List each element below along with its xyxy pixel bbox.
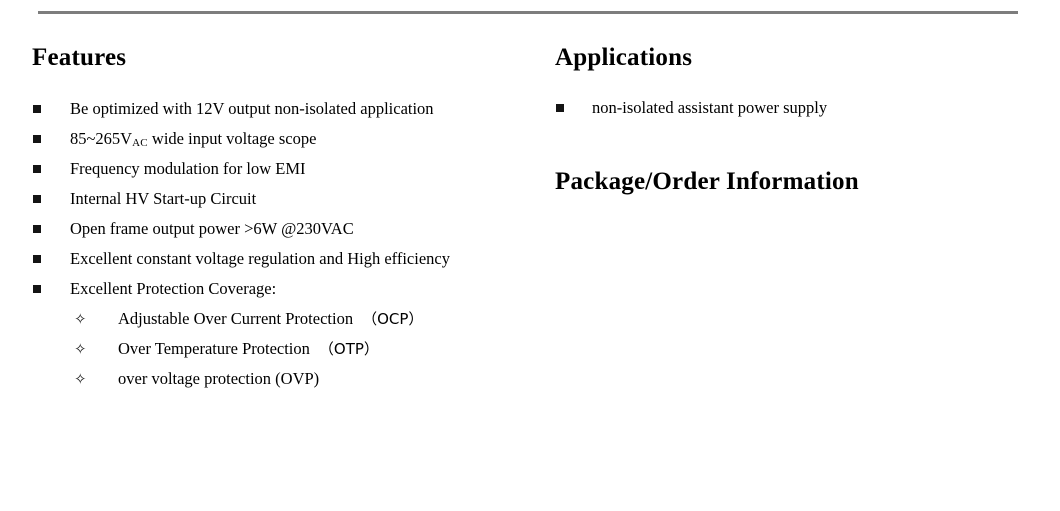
features-heading: Features [32, 44, 127, 71]
square-bullet-icon [556, 104, 564, 112]
feature-text-subscript: AC [132, 136, 148, 149]
feature-text: Internal HV Start-up Circuit [70, 189, 257, 208]
square-bullet-icon [33, 285, 41, 293]
feature-text: Be optimized with 12V output non-isolate… [70, 99, 434, 118]
package-order-information-heading: Package/Order Information [555, 168, 859, 195]
square-bullet-icon [33, 255, 41, 263]
sub-list-item: ✧ over voltage protection (OVP) [0, 364, 530, 394]
sub-feature-paren: （OTP） [326, 340, 379, 358]
list-item: Open frame output power >6W @230VAC [0, 214, 530, 244]
sub-feature-paren: （OCP） [369, 310, 424, 328]
sub-feature-label: Over Temperature Protection [118, 339, 327, 358]
diamond-bullet-icon: ✧ [74, 310, 87, 328]
applications-heading: Applications [555, 44, 693, 71]
features-column: Features Be optimized with 12V output no… [0, 0, 530, 511]
list-item: Be optimized with 12V output non-isolate… [0, 94, 530, 124]
feature-text: Open frame output power >6W @230VAC [70, 219, 354, 238]
list-item: Excellent Protection Coverage: [0, 274, 530, 304]
applications-bullet-list: non-isolated assistant power supply [530, 93, 1030, 123]
feature-text: Excellent constant voltage regulation an… [70, 249, 450, 268]
feature-text: 85~265VAC wide input voltage scope [70, 124, 316, 158]
square-bullet-icon [33, 225, 41, 233]
list-item: non-isolated assistant power supply [530, 93, 1030, 123]
list-item: 85~265VAC wide input voltage scope [0, 124, 530, 154]
sub-list-item: ✧ Over Temperature Protection （OTP） [0, 334, 530, 364]
list-item: Frequency modulation for low EMI [0, 154, 530, 184]
feature-text: Excellent Protection Coverage: [70, 279, 277, 298]
diamond-bullet-icon: ✧ [74, 340, 87, 358]
sub-list-item: ✧ Adjustable Over Current Protection （OC… [0, 304, 530, 334]
features-bullet-list: Be optimized with 12V output non-isolate… [0, 94, 530, 394]
sub-feature-text: Adjustable Over Current Protection （OCP） [118, 304, 423, 334]
list-item: Internal HV Start-up Circuit [0, 184, 530, 214]
feature-text-main: 85~265V [70, 129, 133, 148]
diamond-bullet-icon: ✧ [74, 370, 87, 388]
applications-package-column: Applications non-isolated assistant powe… [530, 0, 1060, 511]
feature-text-tail: wide input voltage scope [147, 129, 317, 148]
feature-text: Frequency modulation for low EMI [70, 159, 306, 178]
sub-feature-text: Over Temperature Protection （OTP） [118, 334, 379, 364]
square-bullet-icon [33, 135, 41, 143]
square-bullet-icon [33, 165, 41, 173]
application-text: non-isolated assistant power supply [592, 98, 828, 117]
square-bullet-icon [33, 105, 41, 113]
sub-feature-label: Adjustable Over Current Protection [118, 309, 370, 328]
square-bullet-icon [33, 195, 41, 203]
sub-feature-label: over voltage protection (OVP) [118, 369, 320, 388]
sub-feature-text: over voltage protection (OVP) [118, 364, 319, 394]
list-item: Excellent constant voltage regulation an… [0, 244, 530, 274]
